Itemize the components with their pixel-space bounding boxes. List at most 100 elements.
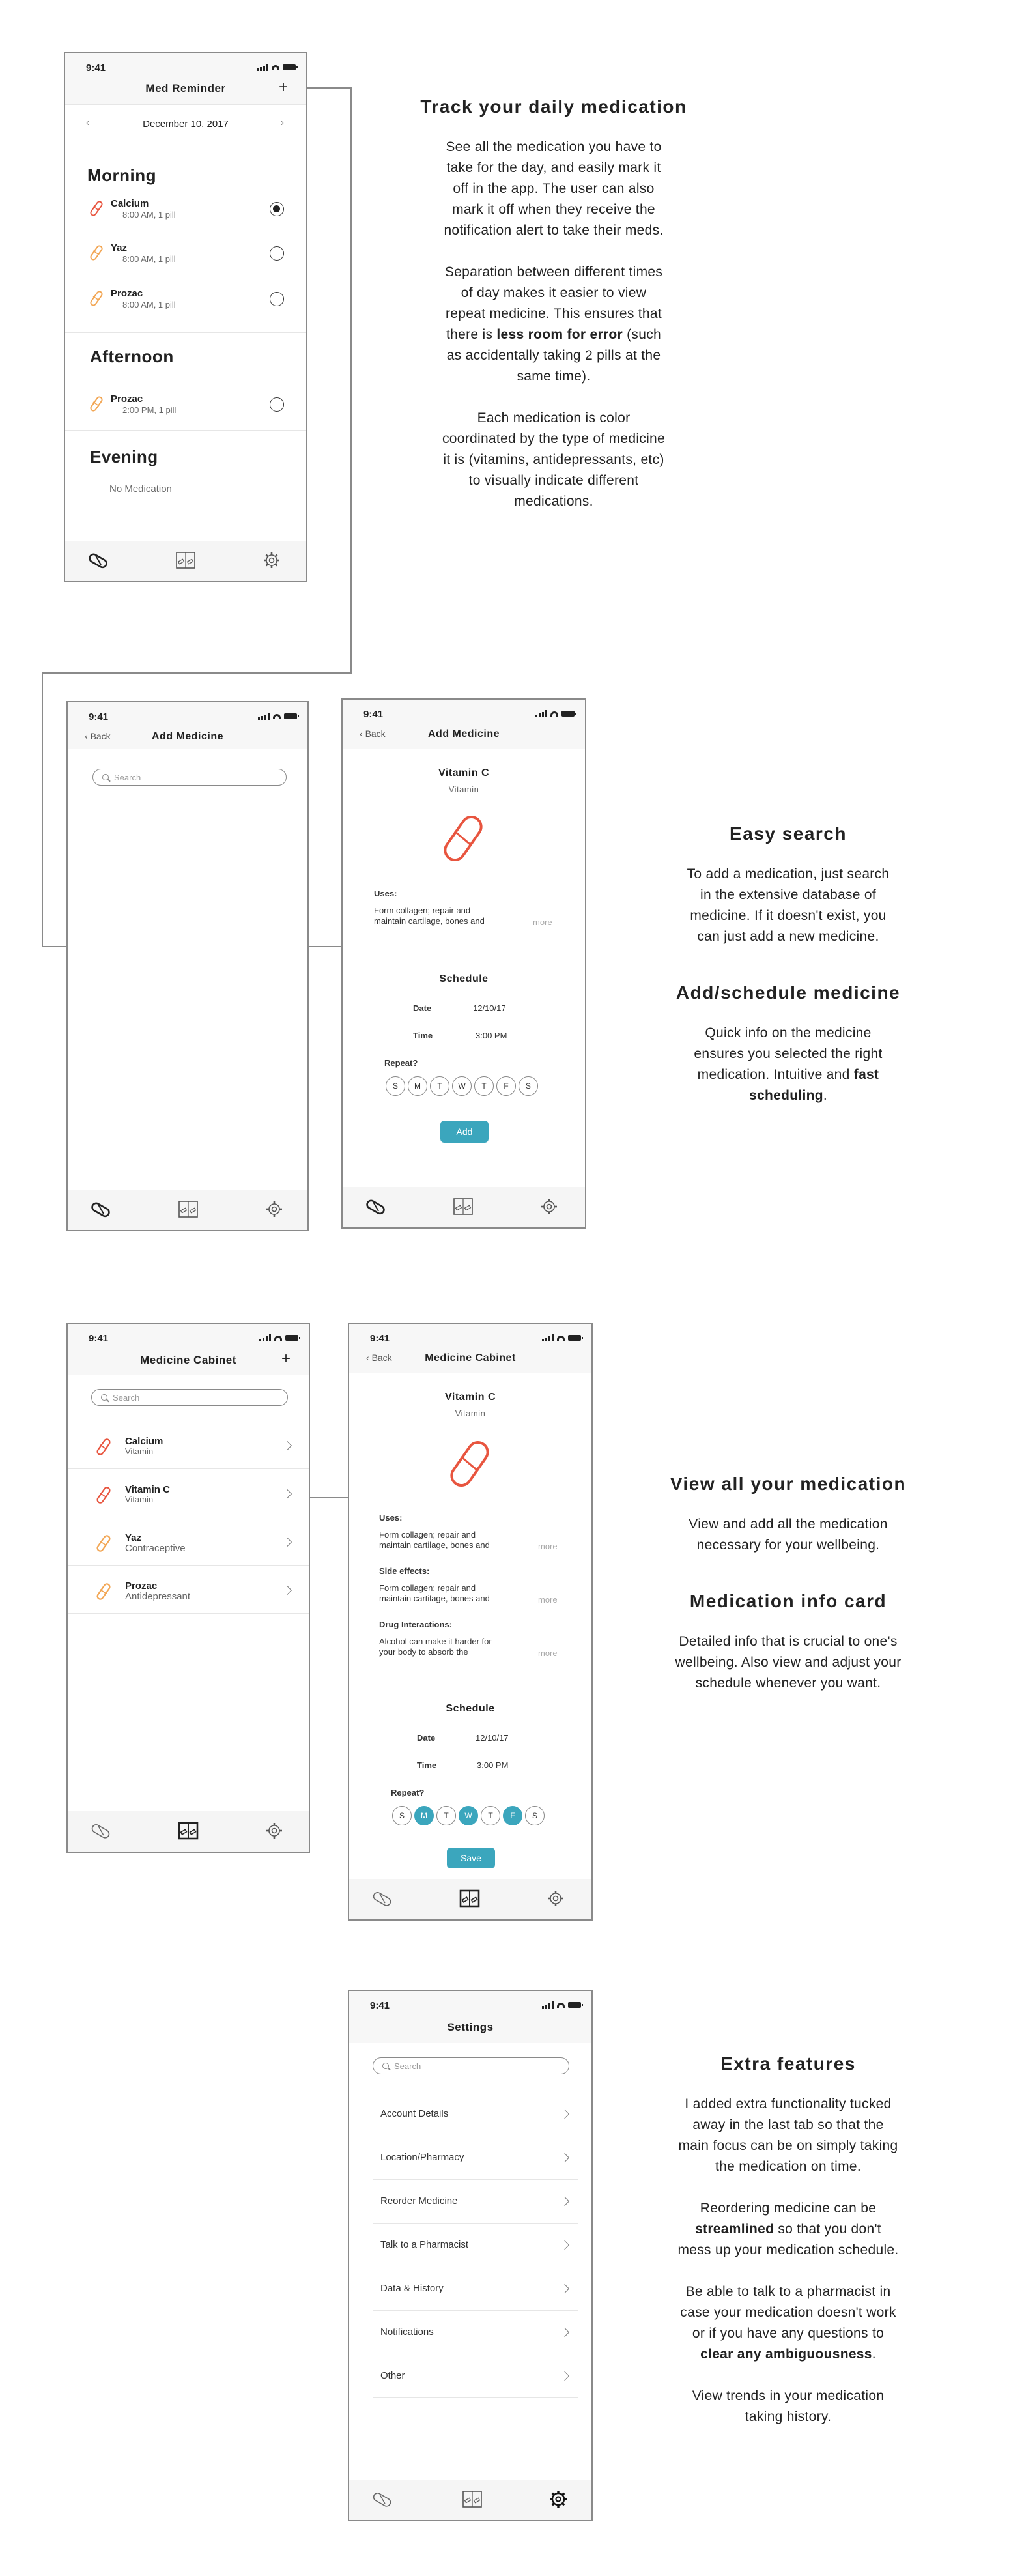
add-button[interactable]: + (279, 78, 288, 96)
pill-icon[interactable] (90, 1820, 112, 1841)
tab-bar (349, 2480, 591, 2520)
cabinet-icon[interactable] (461, 2489, 483, 2510)
day-toggle[interactable]: M (414, 1806, 434, 1825)
next-day-icon[interactable]: › (281, 117, 284, 129)
flow-connector (309, 946, 343, 947)
medication-time: 8:00 AM, 1 pill (122, 210, 176, 220)
settings-item-label: Location/Pharmacy (380, 2152, 464, 2163)
flow-connector (42, 672, 352, 674)
gear-icon[interactable] (263, 1199, 285, 1220)
drug-interactions-label: Drug Interactions: (379, 1620, 452, 1629)
no-medication-text: No Medication (109, 483, 172, 494)
medicine-type: Vitamin (455, 1409, 486, 1418)
description-text: Detailed info that is crucial to one's w… (675, 1634, 902, 1691)
flow-connector (350, 87, 352, 674)
taken-checkbox[interactable] (270, 397, 284, 412)
date-label: Date (413, 1003, 432, 1013)
gear-icon[interactable] (538, 1196, 560, 1217)
uses-text: maintain cartilage, bones and (374, 916, 485, 926)
side-effects-label: Side effects: (379, 1566, 430, 1576)
status-icons (258, 713, 299, 720)
pill-icon[interactable] (87, 550, 109, 571)
day-toggle[interactable]: S (525, 1806, 545, 1825)
search-input[interactable]: Search (92, 769, 287, 786)
medication-type: Antidepressant (125, 1591, 191, 1602)
description-title: Track your daily medication (420, 96, 687, 117)
search-input[interactable]: Search (373, 2057, 569, 2074)
repeat-label: Repeat? (384, 1058, 418, 1068)
day-toggle[interactable]: W (459, 1806, 478, 1825)
time-value[interactable]: 3:00 PM (477, 1760, 508, 1770)
page-title: Med Reminder (145, 82, 226, 94)
cabinet-icon[interactable] (459, 1888, 481, 1909)
day-toggle[interactable]: F (496, 1076, 516, 1096)
status-icons (259, 1334, 300, 1341)
gear-icon[interactable] (261, 550, 283, 571)
search-input[interactable]: Search (91, 1389, 288, 1406)
time-label: Time (417, 1760, 437, 1770)
pill-icon (90, 201, 103, 216)
gear-icon[interactable] (547, 2489, 569, 2510)
day-toggle[interactable]: T (430, 1076, 449, 1096)
gear-icon[interactable] (545, 1888, 567, 1909)
day-toggle[interactable]: S (386, 1076, 405, 1096)
page-title: Add Medicine (151, 731, 223, 742)
time-value[interactable]: 3:00 PM (476, 1031, 507, 1040)
status-icons (257, 64, 298, 71)
day-toggle[interactable]: M (408, 1076, 427, 1096)
uses-label: Uses: (379, 1513, 403, 1523)
medication-name: Calcium (111, 198, 149, 209)
settings-item-label: Notifications (380, 2326, 434, 2338)
add-button[interactable]: + (281, 1350, 291, 1368)
side-effects-text: maintain cartilage, bones and (379, 1594, 490, 1603)
taken-checkbox[interactable] (270, 292, 284, 306)
medication-name: Prozac (111, 394, 143, 405)
flow-connector (42, 946, 68, 947)
search-icon (101, 1394, 107, 1401)
pill-icon (96, 1487, 111, 1504)
page-title: Medicine Cabinet (425, 1352, 516, 1364)
cabinet-icon[interactable] (175, 550, 197, 571)
pill-icon (90, 245, 103, 261)
chevron-right-icon (282, 1537, 292, 1547)
more-link[interactable]: more (538, 1541, 558, 1551)
more-link[interactable]: more (538, 1648, 558, 1658)
day-toggle[interactable]: S (392, 1806, 412, 1825)
save-button[interactable]: Save (447, 1848, 495, 1868)
day-toggle[interactable]: W (452, 1076, 472, 1096)
medication-time: 8:00 AM, 1 pill (122, 254, 176, 264)
day-toggle[interactable]: F (503, 1806, 522, 1825)
add-button[interactable]: Add (440, 1121, 489, 1143)
more-link[interactable]: more (538, 1595, 558, 1605)
med-reminder-screen: 9:41 Med Reminder + ‹ December 10, 2017 … (64, 52, 307, 582)
add-medicine-detail-screen: 9:41 ‹ Back Add Medicine Vitamin C Vitam… (341, 698, 586, 1229)
schedule-heading: Schedule (439, 973, 489, 984)
medication-name: Calcium (125, 1436, 163, 1447)
day-toggle[interactable]: S (519, 1076, 538, 1096)
day-toggle[interactable]: T (436, 1806, 456, 1825)
taken-checkbox[interactable] (270, 202, 284, 216)
pill-icon[interactable] (371, 2489, 393, 2510)
taken-checkbox[interactable] (270, 246, 284, 261)
uses-text: Form collagen; repair and (379, 1530, 476, 1539)
medication-type: Contraceptive (125, 1543, 186, 1554)
pill-icon[interactable] (371, 1888, 393, 1909)
cabinet-icon[interactable] (452, 1196, 474, 1217)
day-toggle[interactable]: T (481, 1806, 500, 1825)
cabinet-icon[interactable] (177, 1199, 199, 1220)
day-toggle[interactable]: T (474, 1076, 494, 1096)
settings-item-label: Data & History (380, 2283, 444, 2294)
pill-icon[interactable] (365, 1196, 387, 1217)
drug-interactions-text: your body to absorb the (379, 1647, 468, 1657)
chevron-right-icon (560, 2371, 570, 2381)
date-value[interactable]: 12/10/17 (476, 1733, 509, 1743)
more-link[interactable]: more (533, 917, 552, 927)
cabinet-icon[interactable] (177, 1820, 199, 1841)
date-value[interactable]: 12/10/17 (473, 1003, 506, 1013)
gear-icon[interactable] (263, 1820, 285, 1841)
section-afternoon: Afternoon (90, 347, 174, 366)
description-title: Add/schedule medicine (675, 982, 901, 1003)
pill-icon[interactable] (90, 1199, 112, 1220)
description-text: View and add all the medication necessar… (689, 1517, 888, 1553)
tab-bar (349, 1879, 591, 1919)
